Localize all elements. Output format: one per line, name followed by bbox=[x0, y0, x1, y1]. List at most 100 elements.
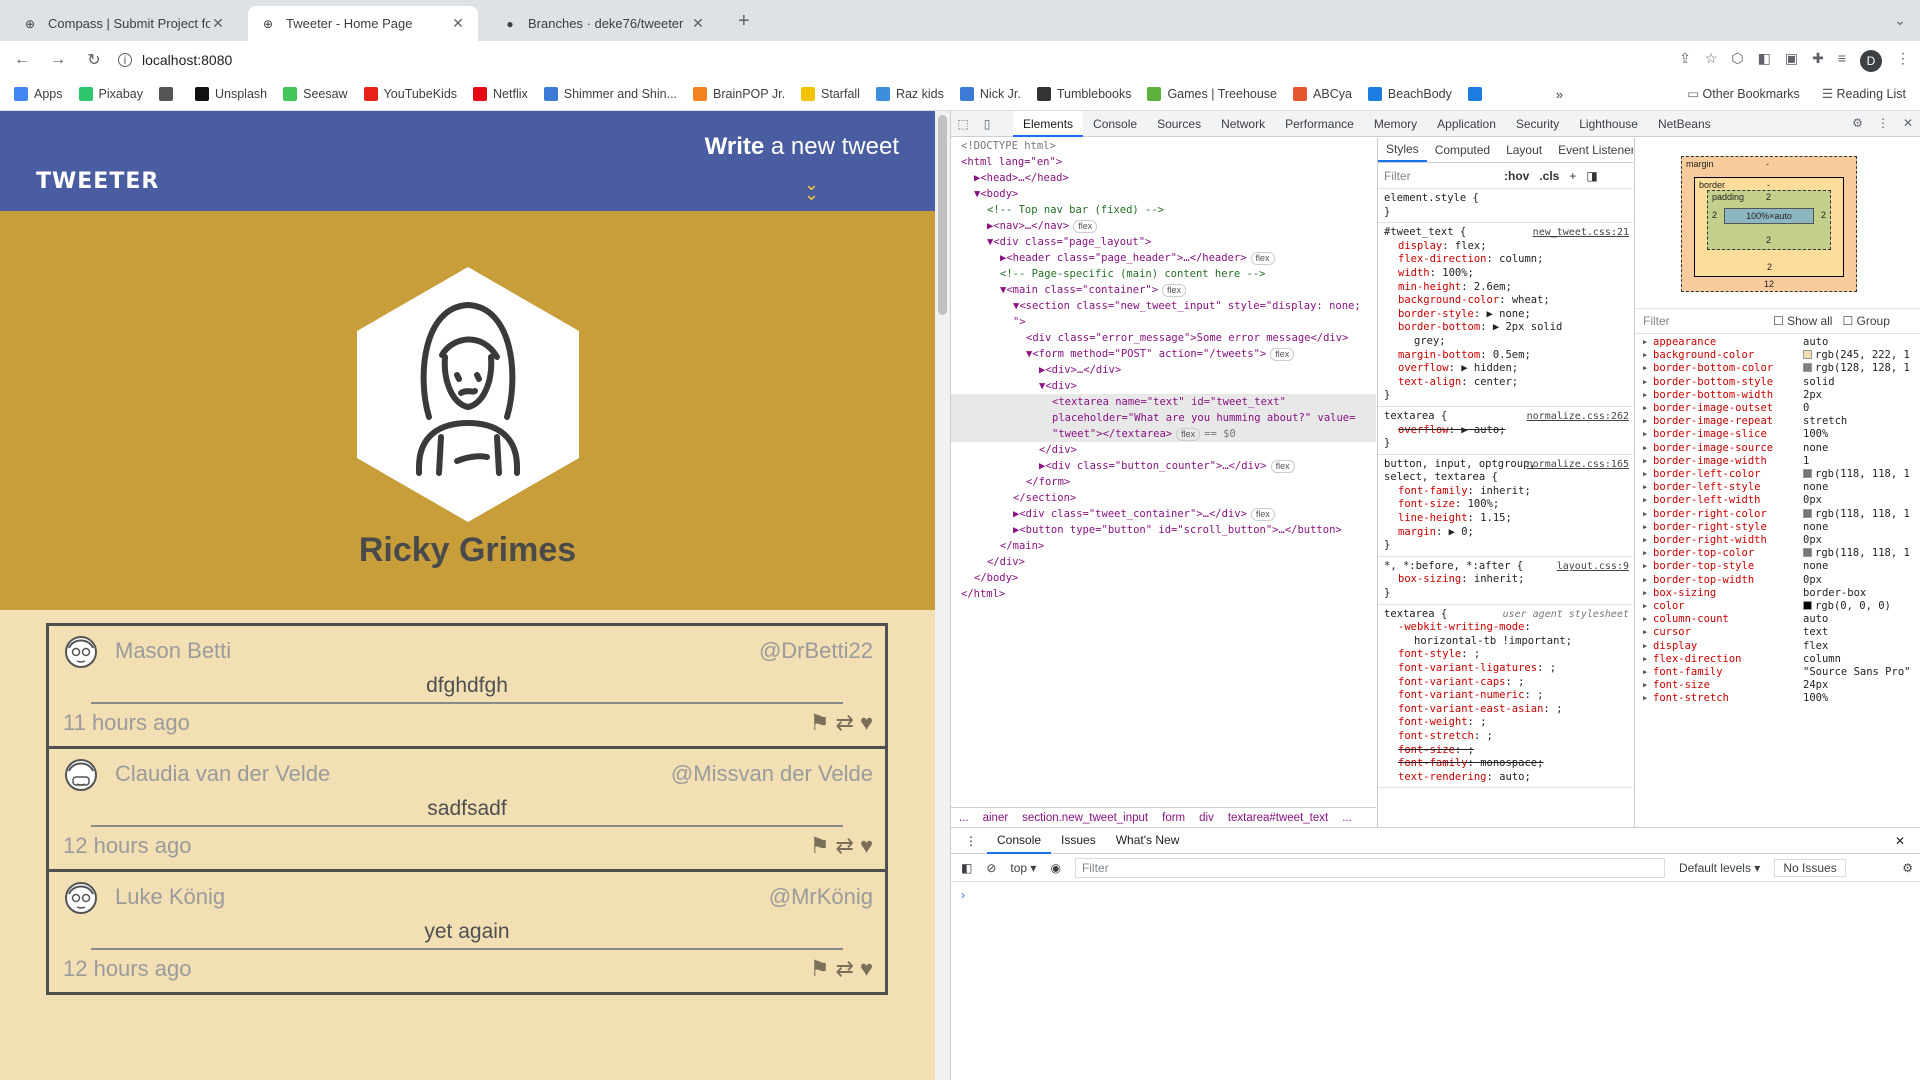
styles-tab[interactable]: Styles bbox=[1378, 138, 1427, 162]
flex-badge[interactable]: flex bbox=[1162, 284, 1187, 297]
styles-filter-input[interactable]: Filter bbox=[1384, 169, 1494, 183]
log-levels-select[interactable]: Default levels ▾ bbox=[1679, 861, 1760, 875]
flex-badge[interactable]: flex bbox=[1250, 252, 1275, 265]
share-icon[interactable]: ⇪ bbox=[1679, 50, 1691, 72]
tab-lighthouse[interactable]: Lighthouse bbox=[1569, 111, 1648, 137]
flex-badge[interactable]: flex bbox=[1270, 460, 1295, 473]
css-source-link[interactable]: normalize.css:262 bbox=[1527, 410, 1629, 424]
bookmark-item[interactable]: Games | Treehouse bbox=[1147, 87, 1277, 101]
breadcrumb-item[interactable]: form bbox=[1162, 812, 1185, 824]
computed-property[interactable]: ▶ border-top-width 0px bbox=[1635, 574, 1920, 587]
more-bookmarks-button[interactable]: » bbox=[1556, 87, 1563, 102]
clear-console-icon[interactable]: ⊘ bbox=[986, 861, 996, 875]
css-declaration[interactable]: font-variant-ligatures: ; bbox=[1384, 662, 1627, 676]
star-icon[interactable]: ☆ bbox=[1705, 50, 1718, 72]
css-rule[interactable]: element.style {} bbox=[1378, 189, 1633, 224]
expand-icon[interactable]: ▶ bbox=[1643, 428, 1653, 441]
page-scrollbar[interactable] bbox=[935, 111, 950, 1080]
css-declaration[interactable]: margin: ▶ 0; bbox=[1384, 526, 1627, 540]
group-checkbox[interactable]: ☐ Group bbox=[1842, 314, 1889, 328]
flex-badge[interactable]: flex bbox=[1250, 508, 1275, 521]
expand-icon[interactable]: ▶ bbox=[1643, 692, 1653, 705]
expand-icon[interactable]: ▶ bbox=[1643, 415, 1653, 428]
css-declaration[interactable]: font-size: ; bbox=[1384, 744, 1627, 758]
computed-property[interactable]: ▶ border-image-repeat stretch bbox=[1635, 415, 1920, 428]
css-declaration[interactable]: -webkit-writing-mode: bbox=[1384, 621, 1627, 635]
css-declaration[interactable]: margin-bottom: 0.5em; bbox=[1384, 349, 1627, 363]
expand-icon[interactable]: ▶ bbox=[1643, 600, 1653, 613]
dom-node[interactable]: "tweet"></textarea> flex == $0 bbox=[951, 426, 1376, 442]
reload-icon[interactable]: ↻ bbox=[80, 50, 108, 70]
browser-tab[interactable]: ● Branches · deke76/tweeter ✕ bbox=[490, 6, 718, 41]
css-declaration[interactable]: min-height: 2.6em; bbox=[1384, 281, 1627, 295]
expand-icon[interactable]: ▶ bbox=[1643, 455, 1653, 468]
dom-node[interactable]: </div> bbox=[951, 554, 1376, 570]
extension-icon[interactable]: ◧ bbox=[1758, 50, 1771, 72]
dom-node[interactable]: <textarea name="text" id="tweet_text" bbox=[951, 394, 1376, 410]
css-declaration[interactable]: grey; bbox=[1384, 335, 1627, 349]
sidebar-toggle-icon[interactable]: ◨ bbox=[1586, 169, 1597, 183]
inspect-icon[interactable]: ⬚ bbox=[951, 117, 975, 131]
computed-filter-input[interactable]: Filter bbox=[1643, 314, 1773, 328]
profile-avatar[interactable]: D bbox=[1860, 50, 1882, 72]
bookmark-item[interactable]: Seesaw bbox=[283, 87, 348, 101]
bookmark-item[interactable] bbox=[1467, 87, 1488, 101]
dom-node[interactable]: <div class="error_message">Some error me… bbox=[951, 330, 1376, 346]
computed-property[interactable]: ▶ border-left-style none bbox=[1635, 481, 1920, 494]
dom-node[interactable]: <html lang="en"> bbox=[951, 154, 1376, 170]
css-declaration[interactable]: text-rendering: auto; bbox=[1384, 771, 1627, 785]
other-bookmarks[interactable]: ▭ Other Bookmarks bbox=[1687, 86, 1800, 101]
css-declaration[interactable]: box-sizing: inherit; bbox=[1384, 573, 1627, 587]
gear-icon[interactable]: ⚙ bbox=[1852, 116, 1863, 130]
css-declaration[interactable]: line-height: 1.15; bbox=[1384, 512, 1627, 526]
css-source-link[interactable]: layout.css:9 bbox=[1557, 560, 1629, 574]
breadcrumb-item[interactable]: ... bbox=[959, 812, 969, 824]
breadcrumb-item[interactable]: textarea#tweet_text bbox=[1228, 812, 1328, 824]
url-text[interactable]: localhost:8080 bbox=[142, 52, 232, 68]
retweet-icon[interactable]: ⇄ bbox=[836, 956, 854, 982]
extension-icon[interactable]: ▣ bbox=[1785, 50, 1798, 72]
computed-property[interactable]: ▶ border-bottom-color rgb(128, 128, 1 bbox=[1635, 362, 1920, 375]
expand-icon[interactable]: ▶ bbox=[1643, 640, 1653, 653]
expand-icon[interactable]: ▶ bbox=[1643, 362, 1653, 375]
expand-icon[interactable]: ▶ bbox=[1643, 626, 1653, 639]
bookmark-item[interactable]: BrainPOP Jr. bbox=[693, 87, 785, 101]
address-bar[interactable]: i localhost:8080 bbox=[108, 45, 1638, 74]
styles-tab[interactable]: Computed bbox=[1427, 143, 1498, 157]
breadcrumb-item[interactable]: ... bbox=[1342, 812, 1352, 824]
dom-node[interactable]: <!DOCTYPE html> bbox=[951, 138, 1376, 154]
expand-icon[interactable]: ▶ bbox=[1643, 468, 1653, 481]
tab-sources[interactable]: Sources bbox=[1147, 111, 1211, 137]
css-rule[interactable]: textarea {user agent stylesheet -webkit-w… bbox=[1378, 605, 1633, 789]
dom-node[interactable]: </main> bbox=[951, 538, 1376, 554]
dom-node[interactable]: ▼<div class="page_layout"> bbox=[951, 234, 1376, 250]
breadcrumb-item[interactable]: ainer bbox=[983, 812, 1009, 824]
computed-property[interactable]: ▶ appearance auto bbox=[1635, 336, 1920, 349]
css-source-link[interactable]: new_tweet.css:21 bbox=[1533, 226, 1629, 240]
dom-node[interactable]: ▶<div class="button_counter">…</div> flex bbox=[951, 458, 1376, 474]
breadcrumb-item[interactable]: section.new_tweet_input bbox=[1022, 812, 1148, 824]
dom-node[interactable]: </form> bbox=[951, 474, 1376, 490]
flag-icon[interactable]: ⚑ bbox=[810, 833, 830, 859]
flag-icon[interactable]: ⚑ bbox=[810, 956, 830, 982]
media-icon[interactable]: ≡ bbox=[1838, 50, 1846, 72]
close-icon[interactable]: ✕ bbox=[1903, 116, 1913, 130]
css-declaration[interactable]: border-bottom: ▶ 2px solid bbox=[1384, 321, 1627, 335]
css-rule[interactable]: #tweet_text {new_tweet.css:21 display: fl… bbox=[1378, 223, 1633, 407]
bookmark-item[interactable]: Netflix bbox=[473, 87, 528, 101]
sidebar-icon[interactable]: ◧ bbox=[961, 861, 972, 875]
dom-node[interactable]: ▶<nav>…</nav> flex bbox=[951, 218, 1376, 234]
css-declaration[interactable]: horizontal-tb !important; bbox=[1384, 635, 1627, 649]
bookmark-item[interactable]: Pixabay bbox=[78, 87, 143, 101]
computed-property[interactable]: ▶ background-color rgb(245, 222, 1 bbox=[1635, 349, 1920, 362]
dom-node[interactable]: <!-- Top nav bar (fixed) --> bbox=[951, 202, 1376, 218]
css-declaration[interactable]: font-family: inherit; bbox=[1384, 485, 1627, 499]
dom-node[interactable]: </body> bbox=[951, 570, 1376, 586]
expand-icon[interactable]: ▶ bbox=[1643, 534, 1653, 547]
expand-icon[interactable]: ▶ bbox=[1643, 574, 1653, 587]
heart-icon[interactable]: ♥ bbox=[860, 956, 873, 982]
computed-property[interactable]: ▶ border-bottom-width 2px bbox=[1635, 389, 1920, 402]
computed-property[interactable]: ▶ flex-direction column bbox=[1635, 653, 1920, 666]
close-icon[interactable]: ✕ bbox=[450, 15, 466, 32]
expand-icon[interactable]: ▶ bbox=[1643, 679, 1653, 692]
